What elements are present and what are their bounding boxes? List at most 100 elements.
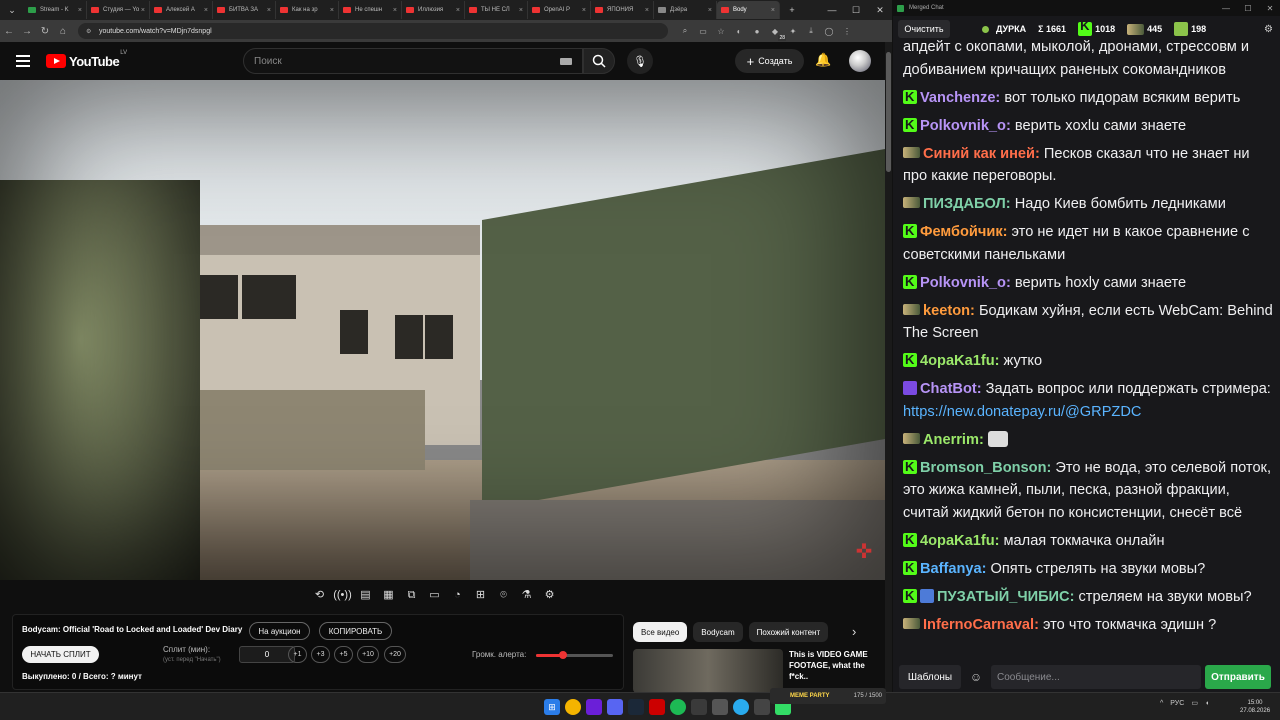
new-tab-icon[interactable]: + bbox=[783, 2, 801, 18]
chat-username[interactable]: ПУЗАТЫЙ_ЧИБИС: bbox=[937, 589, 1074, 605]
start-icon[interactable]: ⊞ bbox=[544, 699, 560, 715]
url-field[interactable]: ⚙ youtube.com/watch?v=MDjn7dsnpgl bbox=[78, 23, 668, 39]
menu-icon[interactable] bbox=[16, 55, 36, 67]
tab-close-icon[interactable]: × bbox=[393, 7, 397, 14]
cast-icon[interactable]: ▭ bbox=[694, 24, 712, 38]
browser-tab[interactable]: Студия — Yo × bbox=[87, 1, 150, 19]
chat-username[interactable]: Polkovnik_o: bbox=[920, 118, 1011, 134]
close-icon[interactable]: ✕ bbox=[868, 5, 892, 16]
send-button[interactable]: Отправить bbox=[1205, 665, 1271, 689]
browser-tab[interactable]: Stream - K × bbox=[24, 1, 87, 19]
keyboard-icon[interactable] bbox=[560, 57, 572, 65]
back-icon[interactable]: ← bbox=[0, 26, 18, 37]
obs-icon[interactable] bbox=[691, 699, 707, 715]
create-button[interactable]: + Создать bbox=[735, 49, 804, 73]
browser-tab[interactable]: ЯПОНИЯ × bbox=[591, 1, 654, 19]
chat-username[interactable]: Baffanya: bbox=[920, 561, 987, 577]
recommended-video[interactable]: This is VIDEO GAME FOOTAGE, what the f*c… bbox=[633, 649, 883, 693]
flask-icon[interactable]: ⚗ bbox=[517, 586, 536, 604]
copy-button[interactable]: КОПИРОВАТЬ bbox=[319, 622, 392, 640]
telegram-icon[interactable] bbox=[733, 699, 749, 715]
chat-username[interactable]: ChatBot: bbox=[920, 381, 982, 397]
screenshot-icon[interactable]: ⌾ bbox=[494, 586, 513, 604]
more-icon[interactable]: ⋮ bbox=[838, 24, 856, 38]
tray-chevron-icon[interactable]: ^ bbox=[1160, 700, 1163, 707]
broadcast-icon[interactable]: ((•)) bbox=[333, 586, 352, 604]
tab-close-icon[interactable]: × bbox=[204, 7, 208, 14]
tab-close-icon[interactable]: × bbox=[78, 7, 82, 14]
home-icon[interactable]: ⌂ bbox=[54, 26, 72, 37]
tab-close-icon[interactable]: × bbox=[582, 7, 586, 14]
browser-tab[interactable]: Body × bbox=[717, 1, 780, 19]
download-icon[interactable]: ⤓ bbox=[802, 24, 820, 38]
theater-icon[interactable]: ▭ bbox=[425, 586, 444, 604]
tab-close-icon[interactable]: × bbox=[267, 7, 271, 14]
browser-tab[interactable]: Как на зр × bbox=[276, 1, 339, 19]
chat-username[interactable]: Anerrim: bbox=[923, 432, 984, 448]
increment-3-button[interactable]: +3 bbox=[311, 646, 330, 663]
youtube-logo[interactable]: YouTube LV bbox=[46, 50, 127, 69]
tab-close-icon[interactable]: × bbox=[771, 7, 775, 14]
puzzle-icon[interactable]: ✦ bbox=[784, 24, 802, 38]
auction-button[interactable]: На аукцион bbox=[249, 622, 310, 640]
clapper-icon[interactable]: ▦ bbox=[379, 586, 398, 604]
start-split-button[interactable]: НАЧАТЬ СПЛИТ bbox=[22, 646, 99, 663]
recommended-thumbnail[interactable] bbox=[633, 649, 783, 693]
voice-search-button[interactable]: 🎙 bbox=[627, 48, 653, 74]
alert-volume-knob[interactable] bbox=[558, 651, 567, 659]
taskbar-clock[interactable]: 15:00 27.08.2026 bbox=[1240, 699, 1270, 715]
chat-username[interactable]: Bromson_Bonson: bbox=[920, 460, 1051, 476]
chat-username[interactable]: InfernoCarnaval: bbox=[923, 617, 1039, 633]
site-info-icon[interactable]: ⚙ bbox=[86, 28, 94, 35]
chat-link[interactable]: https://new.donatepay.ru/@GRPZDC bbox=[903, 404, 1141, 420]
increment-1-button[interactable]: +1 bbox=[288, 646, 307, 663]
chevron-right-icon[interactable]: › bbox=[852, 624, 856, 639]
browser-tab[interactable]: ТЫ НЕ СЛ × bbox=[465, 1, 528, 19]
chat-username[interactable]: Синий как иней: bbox=[923, 146, 1040, 162]
chip-bodycam[interactable]: Bodycam bbox=[693, 622, 743, 642]
chat-maximize-icon[interactable]: ☐ bbox=[1237, 4, 1259, 13]
profile-icon[interactable]: ◯ bbox=[820, 24, 838, 38]
browser-tab[interactable]: БИТВА ЗА × bbox=[213, 1, 276, 19]
chat-username[interactable]: Vanchenze: bbox=[920, 90, 1000, 106]
browser-tab[interactable]: Дзёра × bbox=[654, 1, 717, 19]
increment-10-button[interactable]: +10 bbox=[357, 646, 379, 663]
chat-username[interactable]: Polkovnik_o: bbox=[920, 275, 1011, 291]
reload-icon[interactable]: ↻ bbox=[36, 26, 54, 37]
browser-tab[interactable]: OpenAI Р × bbox=[528, 1, 591, 19]
settings-icon[interactable]: ⚙ bbox=[540, 586, 559, 604]
chat-username[interactable]: keeton: bbox=[923, 303, 975, 319]
templates-button[interactable]: Шаблоны bbox=[899, 665, 961, 689]
browser-tab[interactable]: Не спешн × bbox=[339, 1, 402, 19]
add-clip-icon[interactable]: ⊞ bbox=[471, 586, 490, 604]
minimize-icon[interactable]: — bbox=[820, 5, 844, 16]
language-indicator[interactable]: РУС bbox=[1170, 700, 1184, 707]
tab-close-icon[interactable]: × bbox=[330, 7, 334, 14]
playlist-icon[interactable]: ▤ bbox=[356, 586, 375, 604]
chat-username[interactable]: 4opaKa1fu: bbox=[920, 533, 999, 549]
picture-in-picture-icon[interactable]: ⧉ bbox=[402, 586, 421, 604]
page-scrollbar[interactable] bbox=[885, 42, 892, 692]
recommended-title[interactable]: This is VIDEO GAME FOOTAGE, what the f*c… bbox=[789, 649, 879, 693]
browser-tab[interactable]: Алексей А × bbox=[150, 1, 213, 19]
tab-close-icon[interactable]: × bbox=[141, 7, 145, 14]
increment-5-button[interactable]: +5 bbox=[334, 646, 353, 663]
maximize-icon[interactable]: ☐ bbox=[844, 5, 868, 16]
bookmark-icon[interactable]: ☆ bbox=[712, 24, 730, 38]
extension-a-icon[interactable]: ◐ bbox=[730, 24, 748, 38]
message-input[interactable]: Сообщение... bbox=[991, 665, 1201, 689]
steam-icon[interactable] bbox=[628, 699, 644, 715]
increment-20-button[interactable]: +20 bbox=[384, 646, 406, 663]
split-minutes-input[interactable]: 0 bbox=[239, 646, 295, 663]
network-icon[interactable]: ▭ bbox=[1191, 699, 1198, 707]
search-input[interactable]: Поиск bbox=[243, 48, 583, 74]
tab-close-icon[interactable]: × bbox=[519, 7, 523, 14]
chat-username[interactable]: Фембойчик: bbox=[920, 224, 1008, 240]
tab-close-icon[interactable]: × bbox=[645, 7, 649, 14]
chat-minimize-icon[interactable]: — bbox=[1215, 4, 1237, 13]
tab-search-icon[interactable]: ⌄ bbox=[3, 2, 21, 18]
spotify-icon[interactable] bbox=[670, 699, 686, 715]
chat-close-icon[interactable]: ✕ bbox=[1259, 4, 1280, 13]
chat-username[interactable]: 4opaKa1fu: bbox=[920, 353, 999, 369]
app-icon[interactable] bbox=[586, 699, 602, 715]
